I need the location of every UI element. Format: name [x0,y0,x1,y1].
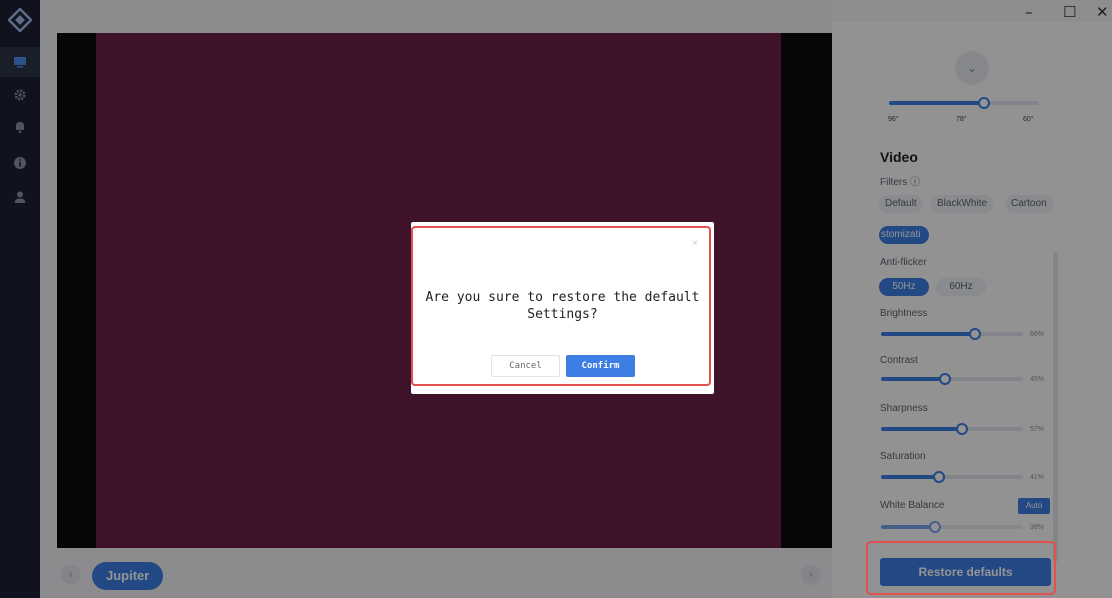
restore-highlight-outline [866,541,1056,595]
dialog-highlight-outline [411,226,711,386]
